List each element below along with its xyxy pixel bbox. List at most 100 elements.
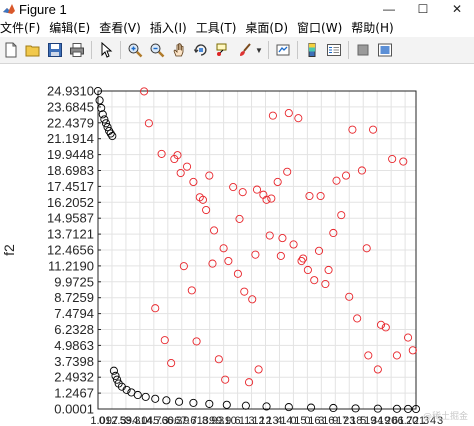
zoom-in-button[interactable]	[126, 41, 144, 59]
pan-hand-icon	[173, 42, 184, 57]
pareto-front-point	[106, 129, 115, 138]
data-cursor-button[interactable]	[214, 41, 232, 59]
new-figure-button[interactable]	[2, 41, 20, 59]
x-axis-ticks: 1.001972.3593.34.0144.75.3606.36.97.67.1…	[90, 415, 443, 426]
y-tick-label: 13.7121	[47, 227, 94, 242]
population-point	[373, 365, 382, 374]
legend-button[interactable]	[325, 41, 343, 59]
menu-tools[interactable]: 工具(T)	[196, 19, 237, 36]
y-tick-label: 23.6845	[47, 99, 94, 114]
save-button[interactable]	[46, 41, 64, 59]
brush-button[interactable]	[236, 41, 254, 59]
pointer-button[interactable]	[97, 41, 115, 59]
y-tick-label: 1.2467	[54, 386, 94, 401]
rotate-3d-button[interactable]	[192, 41, 210, 59]
colorbar-button[interactable]	[303, 41, 321, 59]
population-point	[329, 228, 338, 238]
menu-help[interactable]: 帮助(H)	[351, 19, 393, 36]
save-icon	[48, 43, 62, 57]
population-point	[167, 359, 176, 368]
y-tick-label: 12.4656	[47, 243, 94, 258]
show-plot-tools-button[interactable]	[376, 41, 394, 59]
y-tick-label: 3.7398	[54, 354, 94, 369]
link-plot-button[interactable]	[274, 41, 292, 59]
menu-view[interactable]: 查看(V)	[99, 19, 141, 36]
y-tick-label: 18.6983	[47, 163, 94, 178]
menu-edit[interactable]: 编辑(E)	[49, 19, 90, 36]
pan-button[interactable]	[170, 41, 188, 59]
population-point	[276, 251, 285, 260]
toolbar-separator	[120, 41, 121, 59]
pareto-front-point	[284, 403, 293, 412]
population-point	[299, 254, 308, 263]
population-point	[151, 304, 160, 313]
population-point	[364, 351, 373, 360]
zoom-out-button[interactable]	[148, 41, 166, 59]
population-point	[399, 157, 408, 166]
population-point	[267, 194, 276, 203]
menu-window[interactable]: 窗口(W)	[297, 19, 342, 36]
population-point	[294, 114, 303, 123]
population-point	[240, 287, 249, 296]
population-point	[273, 177, 282, 187]
pareto-front-point	[162, 396, 171, 405]
pareto-front-point	[222, 400, 231, 409]
y-tick-label: 0.0001	[54, 402, 94, 417]
open-file-button[interactable]	[24, 41, 42, 59]
menu-desktop[interactable]: 桌面(D)	[245, 19, 288, 36]
show-plot-tools-icon	[377, 43, 392, 57]
pointer-arrow-icon	[101, 42, 113, 58]
population-point	[297, 256, 306, 266]
menu-insert[interactable]: 插入(I)	[150, 19, 187, 36]
population-point	[268, 111, 277, 120]
pareto-front-point	[351, 404, 360, 413]
pareto-front-point	[109, 366, 118, 375]
population-point	[348, 125, 357, 134]
population-point	[182, 162, 192, 171]
new-figure-icon	[5, 42, 17, 58]
close-button[interactable]: ✕	[440, 0, 474, 18]
population-point	[362, 244, 371, 253]
scatter-plot[interactable]: 0.00011.24672.49323.73984.98636.23287.47…	[0, 64, 474, 426]
population-point	[187, 286, 196, 295]
window-titlebar: Figure 1 — ☐ ✕	[0, 0, 474, 18]
window-title: Figure 1	[19, 1, 67, 17]
hide-plot-tools-button[interactable]	[354, 41, 372, 59]
y-tick-label: 16.2052	[47, 195, 94, 210]
toolbar-separator	[347, 41, 349, 59]
brush-dropdown-chevron-icon[interactable]: ▼	[255, 46, 263, 55]
print-icon	[70, 43, 84, 57]
hide-plot-tools-icon	[357, 44, 369, 56]
population-point	[392, 351, 401, 360]
toolbar-separator	[296, 41, 298, 59]
y-axis-ticks: 0.00011.24672.49323.73984.98636.23287.47…	[47, 84, 101, 417]
menu-file[interactable]: 文件(F)	[0, 19, 40, 36]
matlab-logo-icon	[3, 4, 15, 14]
population-point	[224, 256, 233, 266]
y-tick-label: 17.4517	[47, 179, 94, 194]
toolbar-separator	[267, 41, 269, 59]
population-point	[210, 226, 219, 235]
pareto-front-point	[151, 394, 160, 403]
colorbar-icon	[308, 43, 316, 57]
population-point	[341, 171, 351, 180]
y-tick-label: 2.4932	[54, 370, 94, 385]
rotate-3d-icon	[193, 44, 207, 56]
print-button[interactable]	[68, 41, 86, 59]
population-point	[248, 295, 257, 304]
pareto-front-point	[141, 392, 150, 401]
population-point	[254, 365, 263, 374]
watermark-text: @稀土掘金	[422, 412, 468, 422]
population-point	[353, 314, 362, 323]
population-point	[238, 188, 247, 197]
y-tick-label: 11.2190	[48, 258, 94, 273]
y-tick-label: 6.2328	[54, 322, 94, 337]
pareto-front-point	[241, 401, 250, 410]
population-point	[192, 337, 201, 346]
population-point	[284, 109, 293, 118]
population-point	[157, 149, 166, 158]
population-point	[408, 346, 417, 355]
y-tick-label: 8.7259	[54, 290, 94, 305]
maximize-button[interactable]: ☐	[406, 0, 440, 18]
minimize-button[interactable]: —	[372, 0, 406, 18]
